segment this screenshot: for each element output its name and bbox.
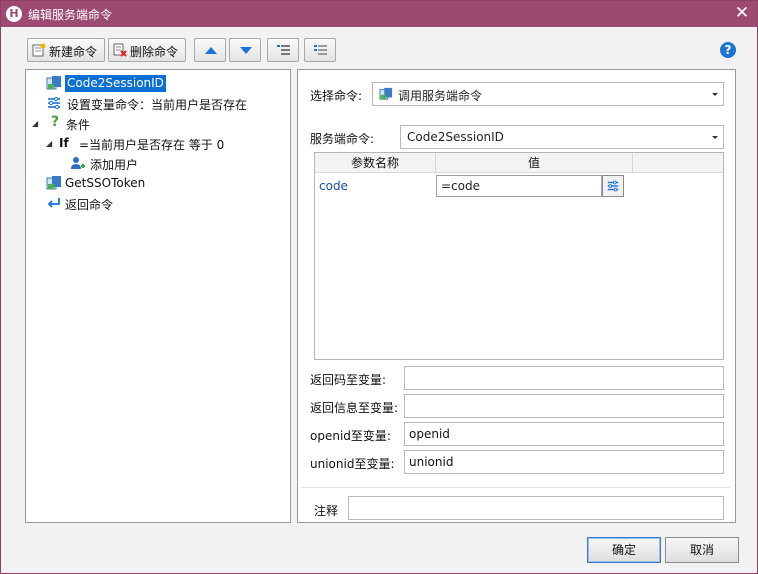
chevron-down-icon bbox=[712, 136, 718, 139]
tree-item-label: 条件 bbox=[66, 118, 91, 132]
expander-icon[interactable]: ◢ bbox=[46, 139, 52, 148]
grid-header: 参数名称 值 bbox=[315, 153, 723, 173]
chevron-down-icon bbox=[712, 93, 718, 96]
openid-input[interactable]: openid bbox=[404, 422, 724, 446]
tree-item-label: 添加用户 bbox=[90, 158, 139, 172]
ok-button[interactable]: 确定 bbox=[587, 537, 661, 563]
arrow-down-icon bbox=[240, 47, 252, 54]
tree-item-label: 设置变量命令：当前用户是否存在 bbox=[67, 98, 248, 112]
parameter-grid: 参数名称 值 code =code bbox=[314, 152, 724, 360]
move-up-button[interactable] bbox=[194, 38, 226, 62]
tree-item-label: =当前用户是否存在 等于 0 bbox=[79, 138, 225, 152]
column-header-name: 参数名称 bbox=[315, 153, 436, 173]
return-message-input[interactable] bbox=[404, 394, 724, 418]
command-editor-panel: 选择命令: 调用服务端命令 服务端命令: Code2SessionID 参数名称… bbox=[297, 69, 736, 523]
set-variable-icon bbox=[48, 96, 60, 110]
indent-icon bbox=[277, 45, 290, 55]
outdent-button[interactable] bbox=[304, 38, 336, 62]
param-name: code bbox=[319, 179, 348, 193]
unionid-label: unionid至变量: bbox=[310, 457, 395, 471]
openid-label: openid至变量: bbox=[310, 429, 391, 443]
settings-sliders-icon bbox=[607, 180, 619, 192]
app-logo-icon: H bbox=[6, 6, 22, 22]
question-icon: ? bbox=[50, 114, 60, 130]
command-tree[interactable]: Code2SessionID 设置变量命令：当前用户是否存在 ◢ ? 条件 ◢ … bbox=[25, 69, 291, 523]
server-command-value: Code2SessionID bbox=[407, 130, 504, 144]
new-command-button[interactable]: 新建命令 bbox=[27, 38, 105, 62]
column-header-value: 值 bbox=[436, 153, 633, 173]
table-row: code =code bbox=[315, 174, 723, 198]
window-title: 编辑服务端命令 bbox=[28, 8, 113, 22]
server-command-dropdown[interactable]: Code2SessionID bbox=[400, 125, 724, 149]
if-keyword: If bbox=[59, 136, 69, 150]
comment-label: 注释 bbox=[314, 504, 339, 518]
divider bbox=[302, 487, 730, 488]
comment-input[interactable] bbox=[348, 496, 724, 520]
param-value-input[interactable]: =code bbox=[436, 175, 602, 197]
select-command-label: 选择命令: bbox=[310, 89, 363, 103]
select-command-dropdown[interactable]: 调用服务端命令 bbox=[372, 82, 724, 106]
return-code-label: 返回码至变量: bbox=[310, 373, 387, 387]
expander-icon[interactable]: ◢ bbox=[32, 119, 38, 128]
move-down-button[interactable] bbox=[229, 38, 261, 62]
server-command-label: 服务端命令: bbox=[310, 132, 375, 146]
return-icon bbox=[47, 198, 60, 208]
help-icon[interactable]: ? bbox=[720, 42, 736, 58]
server-command-icon bbox=[46, 76, 61, 90]
new-command-label: 新建命令 bbox=[49, 45, 98, 59]
tree-item-label: Code2SessionID bbox=[65, 75, 166, 92]
return-message-label: 返回信息至变量: bbox=[310, 401, 399, 415]
tree-item-label: GetSSOToken bbox=[65, 176, 146, 190]
indent-button[interactable] bbox=[267, 38, 299, 62]
dialog-window: H 编辑服务端命令 ✕ 新建命令 删除命令 ? Code2SessionID 设… bbox=[0, 0, 758, 574]
formula-editor-button[interactable] bbox=[602, 175, 624, 197]
tree-item-label: 返回命令 bbox=[65, 198, 114, 212]
add-user-icon bbox=[71, 157, 85, 169]
unionid-input[interactable]: unionid bbox=[404, 450, 724, 474]
title-bar[interactable]: H 编辑服务端命令 ✕ bbox=[1, 1, 757, 27]
arrow-up-icon bbox=[205, 47, 217, 54]
server-command-icon bbox=[46, 176, 61, 190]
close-button[interactable]: ✕ bbox=[733, 4, 751, 22]
outdent-icon bbox=[314, 45, 327, 55]
cancel-button[interactable]: 取消 bbox=[665, 537, 739, 563]
delete-command-label: 删除命令 bbox=[130, 45, 179, 59]
return-code-input[interactable] bbox=[404, 366, 724, 390]
server-command-icon bbox=[379, 87, 393, 100]
delete-command-button[interactable]: 删除命令 bbox=[108, 38, 186, 62]
delete-command-icon bbox=[113, 43, 127, 57]
select-command-value: 调用服务端命令 bbox=[398, 89, 483, 103]
new-command-icon bbox=[32, 43, 46, 57]
